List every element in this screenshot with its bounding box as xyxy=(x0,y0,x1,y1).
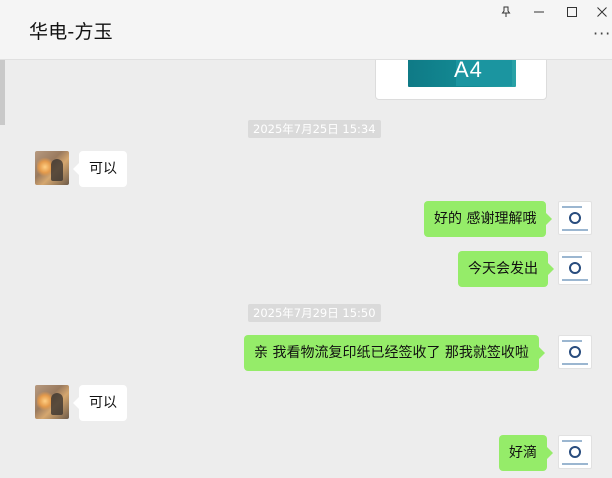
chat-header: 华电-方玉 ··· xyxy=(0,0,612,60)
timestamp: 2025年7月25日 15:34 xyxy=(248,120,381,138)
outgoing-message[interactable]: 今天会发出 xyxy=(458,251,554,287)
outgoing-message[interactable]: 好的 感谢理解哦 xyxy=(424,201,553,237)
a4-paper-box-image: A4 xyxy=(408,60,516,87)
timestamp: 2025年7月29日 15:50 xyxy=(248,304,381,322)
pin-button[interactable] xyxy=(489,0,523,24)
chat-title: 华电-方玉 xyxy=(29,21,113,43)
image-message[interactable]: A4 xyxy=(375,60,547,100)
my-avatar[interactable] xyxy=(558,251,592,285)
my-avatar[interactable] xyxy=(558,435,592,469)
scrollbar-thumb[interactable] xyxy=(0,60,5,125)
incoming-message[interactable]: 可以 xyxy=(73,151,127,187)
contact-avatar[interactable] xyxy=(35,151,69,185)
pin-icon xyxy=(501,6,511,17)
minimize-icon xyxy=(534,11,544,13)
outgoing-message[interactable]: 亲 我看物流复印纸已经签收了 那我就签收啦 xyxy=(244,335,545,371)
incoming-message[interactable]: 可以 xyxy=(73,385,127,421)
more-button[interactable]: ··· xyxy=(593,24,612,44)
maximize-icon xyxy=(567,7,577,17)
outgoing-message[interactable]: 好滴 xyxy=(499,435,553,471)
chat-area[interactable]: A4 2025年7月25日 15:34 可以 好的 感谢理解哦 今天会发出 20… xyxy=(0,60,612,478)
close-icon xyxy=(597,7,607,17)
maximize-button[interactable] xyxy=(555,0,589,24)
more-icon: ··· xyxy=(593,24,612,43)
image-box-label: A4 xyxy=(454,60,483,82)
my-avatar[interactable] xyxy=(558,201,592,235)
minimize-button[interactable] xyxy=(522,0,556,24)
scrollbar[interactable] xyxy=(0,60,6,478)
contact-avatar[interactable] xyxy=(35,385,69,419)
close-button[interactable] xyxy=(585,0,612,24)
my-avatar[interactable] xyxy=(558,335,592,369)
